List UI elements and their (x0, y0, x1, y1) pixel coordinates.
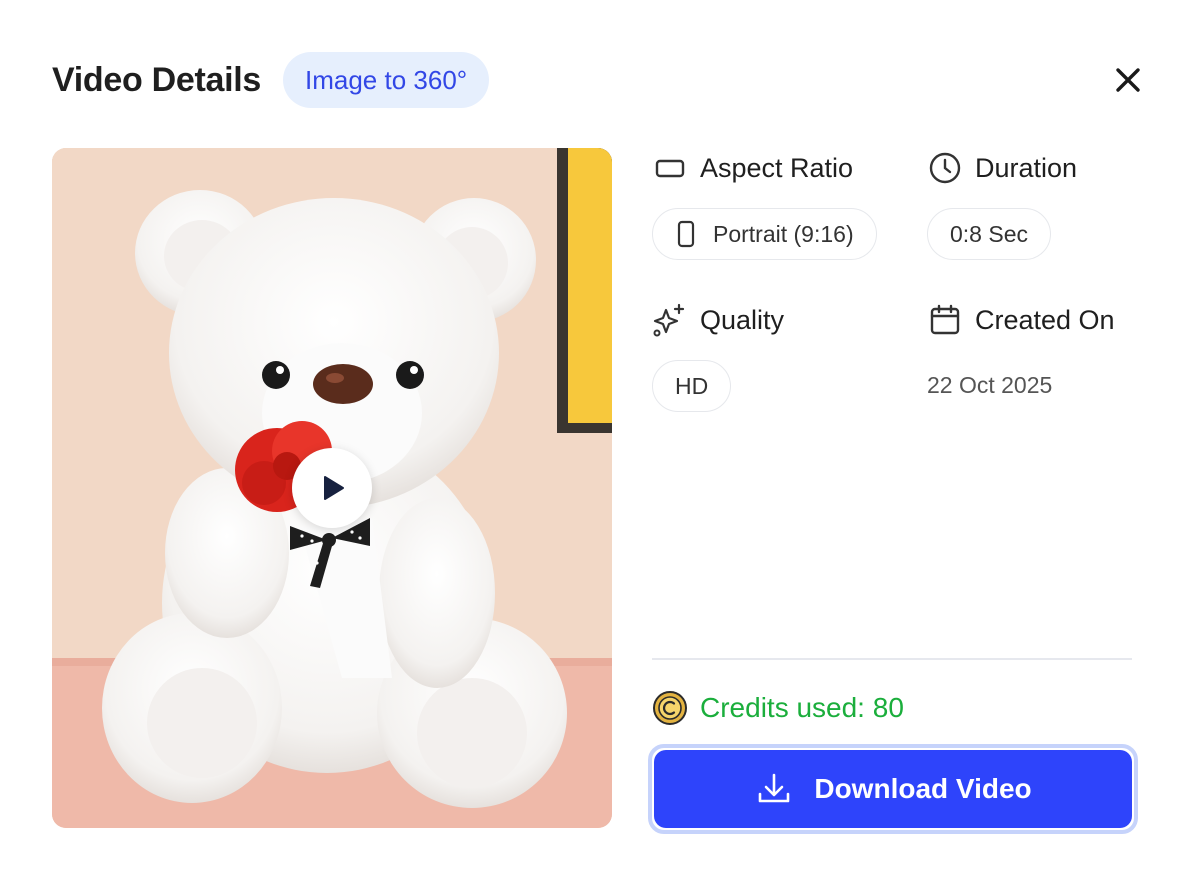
aspect-ratio-section: Aspect Ratio Portrait (9:16) (652, 148, 892, 260)
quality-label: Quality (700, 304, 785, 335)
created-on-value: 22 Oct 2025 (927, 372, 1053, 398)
credits-used: Credits used: 80 (652, 688, 904, 728)
play-button[interactable] (292, 448, 372, 528)
download-label: Download Video (814, 773, 1032, 804)
credits-text: Credits used: 80 (700, 692, 904, 723)
aspect-ratio-label: Aspect Ratio (700, 152, 854, 183)
portrait-phone-icon (677, 220, 695, 248)
created-on-label: Created On (975, 304, 1115, 335)
created-on-section: Created On 22 Oct 2025 (927, 300, 1167, 399)
quality-section: Quality HD (652, 300, 892, 412)
duration-label: Duration (975, 152, 1078, 183)
video-preview[interactable] (52, 148, 612, 828)
aspect-ratio-text: Portrait (9:16) (713, 220, 854, 247)
coin-icon (653, 691, 687, 725)
sparkles-icon (652, 302, 688, 338)
play-icon (324, 476, 344, 500)
close-icon (1116, 68, 1140, 92)
type-badge: Image to 360° (283, 52, 490, 108)
clock-icon (927, 150, 963, 186)
download-video-button[interactable]: Download Video (648, 744, 1138, 834)
rectangle-icon (652, 150, 688, 186)
aspect-ratio-value: Portrait (9:16) (652, 208, 877, 260)
close-button[interactable] (1108, 60, 1148, 100)
divider (652, 658, 1132, 660)
duration-value: 0:8 Sec (927, 208, 1051, 260)
duration-section: Duration 0:8 Sec (927, 148, 1167, 260)
modal-header: Video Details Image to 360° (52, 52, 1148, 108)
download-icon (754, 769, 794, 809)
calendar-icon (927, 302, 963, 338)
modal-title: Video Details (52, 60, 261, 99)
quality-value: HD (652, 360, 732, 412)
